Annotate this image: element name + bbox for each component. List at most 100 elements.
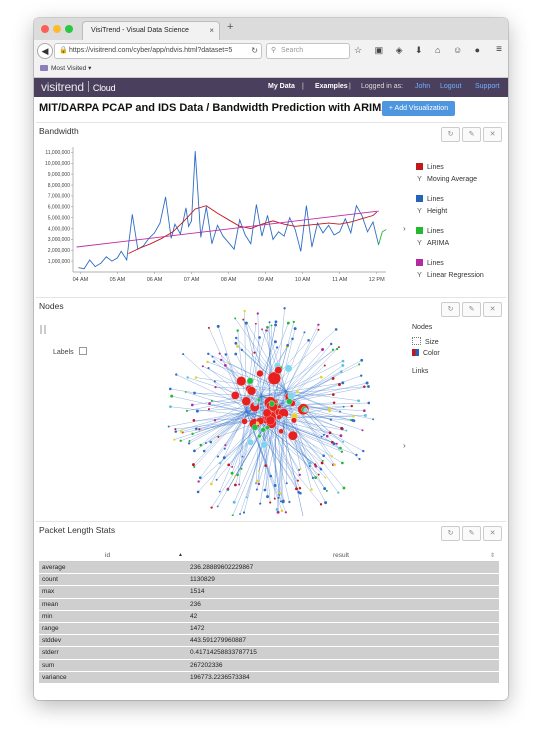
graph-node[interactable] — [253, 401, 258, 407]
graph-node[interactable] — [265, 329, 267, 332]
graph-node[interactable] — [184, 391, 187, 393]
graph-node[interactable] — [283, 307, 286, 310]
graph-node[interactable] — [269, 501, 272, 504]
graph-node[interactable] — [213, 418, 217, 422]
graph-node[interactable] — [273, 340, 277, 344]
graph-node[interactable] — [223, 447, 226, 450]
graph-node[interactable] — [339, 434, 343, 438]
graph-node[interactable] — [197, 480, 200, 483]
graph-node[interactable] — [241, 396, 251, 406]
graph-node[interactable] — [291, 417, 297, 424]
graph-node[interactable] — [282, 415, 287, 420]
graph-node[interactable] — [362, 449, 365, 453]
graph-node[interactable] — [232, 500, 236, 504]
table-row[interactable]: max 1514 — [39, 585, 499, 599]
graph-node[interactable] — [234, 341, 238, 345]
graph-node[interactable] — [286, 344, 290, 347]
graph-node[interactable] — [207, 326, 210, 329]
graph-node[interactable] — [170, 394, 174, 398]
graph-node[interactable] — [191, 432, 194, 436]
graph-node[interactable] — [274, 366, 283, 375]
graph-node[interactable] — [226, 487, 230, 491]
graph-node[interactable] — [218, 352, 221, 355]
tab-close-icon[interactable]: × — [209, 22, 214, 40]
graph-node[interactable] — [341, 381, 345, 385]
graph-node[interactable] — [339, 370, 343, 373]
graph-node[interactable] — [233, 475, 236, 478]
graph-node[interactable] — [355, 453, 358, 457]
graph-node[interactable] — [340, 426, 344, 430]
graph-node[interactable] — [372, 418, 375, 421]
graph-node[interactable] — [320, 435, 323, 438]
graph-node[interactable] — [287, 391, 296, 400]
edit-icon[interactable]: ✎ — [462, 526, 481, 541]
graph-node[interactable] — [257, 410, 262, 415]
minimize-window-button[interactable] — [53, 25, 61, 33]
graph-node[interactable] — [274, 323, 278, 327]
graph-node[interactable] — [210, 399, 213, 402]
graph-node[interactable] — [303, 331, 306, 334]
sort-asc-icon[interactable]: ▲ — [178, 552, 183, 558]
graph-node[interactable] — [284, 511, 287, 514]
graph-node[interactable] — [257, 482, 261, 486]
graph-node[interactable] — [192, 419, 196, 422]
graph-node[interactable] — [313, 463, 317, 466]
edit-icon[interactable]: ✎ — [462, 127, 481, 142]
graph-node[interactable] — [193, 391, 196, 395]
graph-node[interactable] — [275, 346, 279, 349]
graph-node[interactable] — [227, 463, 231, 467]
graph-node[interactable] — [363, 409, 366, 413]
graph-node[interactable] — [283, 403, 287, 407]
graph-node[interactable] — [264, 464, 267, 468]
search-input[interactable]: ⚲ Search — [266, 43, 350, 59]
graph-node[interactable] — [286, 321, 290, 325]
graph-node[interactable] — [266, 495, 269, 499]
graph-node[interactable] — [231, 391, 240, 400]
graph-node[interactable] — [322, 454, 325, 458]
graph-node[interactable] — [325, 434, 329, 438]
graph-node[interactable] — [257, 470, 260, 472]
graph-node[interactable] — [234, 352, 238, 356]
graph-node[interactable] — [231, 465, 234, 468]
graph-node[interactable] — [275, 508, 279, 512]
close-window-button[interactable] — [41, 25, 49, 33]
expand-chevron-icon[interactable]: › — [403, 224, 406, 233]
graph-node[interactable] — [320, 461, 324, 465]
graph-node[interactable] — [254, 482, 258, 485]
graph-node[interactable] — [328, 431, 332, 435]
graph-node[interactable] — [367, 401, 371, 405]
graph-node[interactable] — [256, 370, 264, 378]
graph-node[interactable] — [195, 409, 199, 413]
graph-node[interactable] — [352, 419, 356, 423]
graph-node[interactable] — [296, 479, 299, 482]
graph-node[interactable] — [317, 473, 320, 476]
graph-node[interactable] — [338, 383, 341, 386]
graph-node[interactable] — [336, 347, 339, 351]
graph-node[interactable] — [274, 320, 278, 324]
graph-node[interactable] — [193, 465, 196, 468]
graph-node[interactable] — [323, 364, 326, 367]
edit-icon[interactable]: ✎ — [462, 302, 481, 317]
reload-icon[interactable]: ↻ — [251, 44, 258, 58]
graph-node[interactable] — [331, 393, 335, 396]
graph-node[interactable] — [188, 440, 191, 443]
graph-node[interactable] — [214, 385, 217, 389]
table-row[interactable]: stderr 0.41714258833787715 — [39, 646, 499, 660]
graph-node[interactable] — [321, 459, 324, 462]
table-row[interactable]: variance 196773.2236573384 — [39, 671, 499, 684]
graph-node[interactable] — [334, 328, 338, 331]
graph-node[interactable] — [263, 488, 267, 492]
graph-node[interactable] — [235, 336, 238, 340]
graph-node[interactable] — [223, 363, 227, 367]
graph-node[interactable] — [246, 377, 254, 385]
graph-node[interactable] — [180, 430, 183, 434]
graph-node[interactable] — [277, 496, 280, 499]
graph-node[interactable] — [361, 429, 364, 432]
graph-node[interactable] — [310, 488, 313, 491]
graph-node[interactable] — [292, 320, 295, 324]
graph-node[interactable] — [247, 439, 254, 446]
graph-node[interactable] — [253, 351, 256, 354]
graph-node[interactable] — [319, 468, 323, 471]
nav-examples[interactable]: Examples — [315, 83, 348, 90]
graph-node[interactable] — [325, 489, 328, 492]
